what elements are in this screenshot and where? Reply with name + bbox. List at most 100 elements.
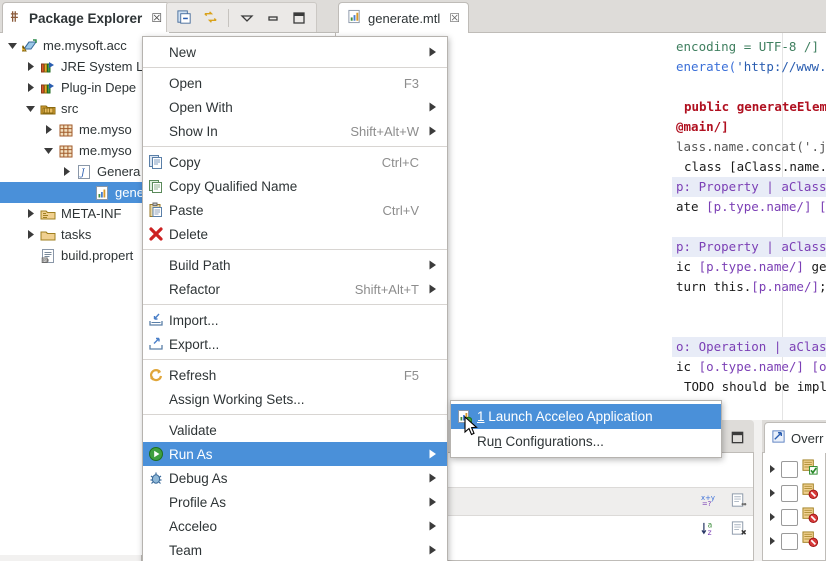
chevron-right-icon[interactable]	[22, 56, 38, 77]
code-token: get	[811, 259, 826, 274]
sort-az-icon[interactable]: a z	[701, 520, 720, 540]
menu-item-validate[interactable]: Validate	[143, 418, 447, 442]
menu-item-profile-as[interactable]: Profile As	[143, 490, 447, 514]
chevron-right-icon[interactable]	[767, 486, 777, 501]
context-menu[interactable]: New Open F3 Open With Show In Shift+Alt+W Copy…	[142, 36, 448, 561]
menu-item-launch-acceleo-application[interactable]: 1 Launch Acceleo Application	[451, 404, 721, 429]
tree-item-label: me.myso	[79, 122, 132, 137]
run-config-pre: Ru	[477, 434, 495, 449]
overrides-tab[interactable]: Overr	[764, 422, 826, 453]
svg-text:010: 010	[43, 258, 50, 262]
menu-item-refactor[interactable]: Refactor Shift+Alt+T	[143, 277, 447, 301]
code-token: lass.name.concat('.java'), false)]	[676, 139, 826, 154]
collapse-all-icon[interactable]	[172, 6, 196, 30]
menu-item-copy-qualified-name[interactable]: Copy Qualified Name	[143, 174, 447, 198]
java-file-icon: J	[74, 161, 94, 182]
override-checkbox[interactable]	[781, 460, 798, 478]
chevron-right-icon[interactable]	[767, 462, 777, 477]
override-row[interactable]	[767, 505, 825, 529]
submenu-arrow-icon	[425, 449, 439, 459]
chevron-right-icon[interactable]	[22, 224, 38, 245]
chevron-down-icon[interactable]	[22, 98, 38, 119]
svg-text:!: !	[22, 46, 24, 52]
menu-item-build-path[interactable]: Build Path	[143, 253, 447, 277]
code-token: @main/]	[676, 119, 729, 134]
override-row[interactable]	[767, 457, 825, 481]
close-icon[interactable]: ☒	[449, 11, 460, 25]
chevron-down-icon[interactable]	[4, 35, 20, 56]
menu-item-copy[interactable]: Copy Ctrl+C	[143, 150, 447, 174]
close-icon[interactable]: ☒	[151, 11, 162, 25]
tree-item-label: me.mysoft.acc	[43, 38, 127, 53]
override-checkbox[interactable]	[781, 484, 798, 502]
chevron-right-icon[interactable]	[767, 510, 777, 525]
tree-item-label: src	[61, 101, 79, 116]
menu-item-accelerator: Shift+Alt+T	[354, 281, 419, 297]
override-row[interactable]	[767, 529, 825, 553]
chevron-right-icon[interactable]	[22, 203, 38, 224]
code-token: ic	[676, 359, 699, 374]
submenu-arrow-icon	[425, 545, 439, 555]
menu-item-paste[interactable]: Paste Ctrl+V	[143, 198, 447, 222]
package-explorer-tab[interactable]: Package Explorer ☒	[2, 2, 171, 33]
no-twisty	[22, 245, 38, 266]
menu-item-new[interactable]: New	[143, 40, 447, 64]
code-viewer[interactable]: encoding = UTF-8 /] enerate('http://www.e…	[672, 33, 826, 420]
menu-item-refresh[interactable]: Refresh F5	[143, 363, 447, 387]
clear-expression-icon[interactable]	[730, 492, 747, 512]
code-line: ic [p.type.name/] get[p.name.toUpperFirs…	[676, 257, 826, 277]
submenu-item-label: Launch Acceleo Application	[484, 409, 653, 424]
menu-item-open[interactable]: Open F3	[143, 71, 447, 95]
menu-item-debug-as[interactable]: Debug As	[143, 466, 447, 490]
code-token: 'http://www.eclipse.org/uml2/5.0.0/UML'	[736, 59, 826, 74]
menu-item-run-configurations[interactable]: Run Configurations...	[451, 429, 721, 454]
code-line: enerate('http://www.eclipse.org/uml2/5.0…	[676, 57, 826, 77]
clear-result-icon[interactable]	[730, 520, 747, 540]
editor-tab-generate-mtl[interactable]: generate.mtl ☒	[338, 2, 470, 33]
menu-item-acceleo[interactable]: Acceleo	[143, 514, 447, 538]
menu-item-team[interactable]: Team	[143, 538, 447, 561]
module-error-icon	[802, 507, 819, 527]
menu-item-label: Build Path	[169, 257, 231, 273]
code-token: [p.type.name/] [p.name/]	[706, 199, 826, 214]
menu-item-show-in[interactable]: Show In Shift+Alt+W	[143, 119, 447, 143]
code-token: [p.name/]	[751, 279, 819, 294]
menu-item-delete[interactable]: Delete	[143, 222, 447, 246]
chevron-right-icon[interactable]	[40, 119, 56, 140]
chevron-right-icon[interactable]	[767, 534, 777, 549]
chevron-down-icon[interactable]	[40, 140, 56, 161]
view-menu-icon[interactable]	[235, 6, 259, 30]
module-error-icon	[802, 483, 819, 503]
package-explorer-tab-label: Package Explorer	[29, 10, 143, 26]
menu-item-label: Import...	[169, 312, 219, 328]
paste-icon	[143, 202, 169, 218]
run-as-submenu[interactable]: 1 Launch Acceleo Application Run Configu…	[450, 400, 722, 458]
run-config-mnemonic: n	[494, 434, 502, 449]
x+y-icon[interactable]: x+y =?	[701, 492, 720, 511]
run-config-post: Configurations...	[501, 434, 604, 449]
override-checkbox[interactable]	[781, 532, 798, 550]
import-icon	[143, 312, 169, 328]
overrides-tab-row: Overr	[762, 420, 826, 453]
chevron-right-icon[interactable]	[58, 161, 74, 182]
menu-item-import[interactable]: Import...	[143, 308, 447, 332]
maximize-icon[interactable]	[726, 426, 748, 448]
menu-item-export[interactable]: Export...	[143, 332, 447, 356]
override-checkbox[interactable]	[781, 508, 798, 526]
menu-item-open-with[interactable]: Open With	[143, 95, 447, 119]
package-icon	[56, 140, 76, 161]
maximize-icon[interactable]	[287, 6, 311, 30]
code-line: p: Property | aClass.attribute) separato…	[676, 177, 826, 197]
editor-tab-label: generate.mtl	[368, 10, 441, 26]
link-with-editor-icon[interactable]	[198, 6, 222, 30]
menu-item-run-as[interactable]: Run As	[143, 442, 447, 466]
tree-item-label: build.propert	[61, 248, 134, 263]
override-row[interactable]	[767, 481, 825, 505]
chevron-right-icon[interactable]	[22, 77, 38, 98]
menu-separator	[143, 414, 447, 415]
menu-item-label: Acceleo	[169, 518, 218, 534]
package-explorer-tab-row: Package Explorer ☒	[0, 0, 336, 33]
menu-item-label: Team	[169, 542, 203, 558]
menu-item-assign-working-sets[interactable]: Assign Working Sets...	[143, 387, 447, 411]
minimize-icon[interactable]	[261, 6, 285, 30]
